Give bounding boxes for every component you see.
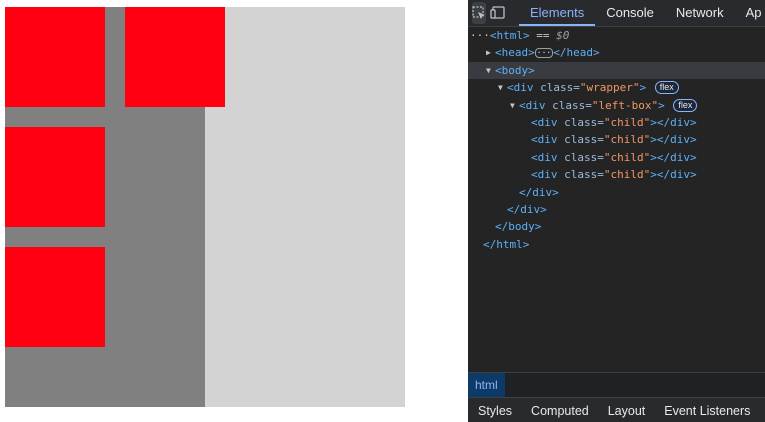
tag-gt: > [650,150,657,164]
tag-div-close: </div> [507,202,547,216]
tag-gt: > [658,98,665,112]
attr-value-child: "child" [603,133,651,147]
dom-node-wrapper[interactable]: ▼ <div class="wrapper"> flex [468,79,765,96]
flex-badge[interactable]: flex [673,98,698,112]
select-element-icon[interactable] [472,2,486,24]
tag-gt: > [650,168,657,182]
child-box-2 [125,7,225,107]
child-box-1 [5,7,105,107]
dom-node-child-1[interactable]: <div class="child"></div> [468,114,765,131]
attr-name: class= [564,115,604,129]
sidebar-tabs: Styles Computed Layout Event Listeners D [468,397,765,422]
dom-node-child-4[interactable]: <div class="child"></div> [468,166,765,183]
child-box-3 [5,127,105,227]
tag-div-open: <div [507,81,534,95]
child-box-4 [5,247,105,347]
tag-div-close: </div> [519,185,559,199]
wrapper-div [5,7,405,407]
dom-node-html-close[interactable]: </html> [468,236,765,253]
dom-node-child-2[interactable]: <div class="child"></div> [468,131,765,148]
attr-value-wrapper: "wrapper" [579,81,640,95]
tag-html-close: </html> [483,237,530,251]
tag-body-open: <body> [495,63,535,77]
attr-value-left-box: "left-box" [591,98,659,112]
attr-value-child: "child" [603,150,651,164]
page-viewport [0,0,468,422]
tag-gt: > [650,115,657,129]
tag-div-open: <div [531,168,558,182]
devtools-toolbar: Elements Console Network Ap [468,0,765,27]
attr-value-child: "child" [603,168,651,182]
tag-body-close: </body> [495,220,542,234]
dom-node-head[interactable]: ▶ <head> ··· </head> [468,44,765,61]
dom-node-left-box[interactable]: ▼ <div class="left-box"> flex [468,97,765,114]
attr-name: class= [564,168,604,182]
tag-div-open: <div [531,133,558,147]
left-box-div [5,7,225,407]
flex-badge[interactable]: flex [654,81,679,95]
device-toolbar-icon[interactable] [490,2,505,24]
selected-marker-dollar: $0 [556,29,570,42]
dom-node-child-3[interactable]: <div class="child"></div> [468,149,765,166]
collapse-triangle-icon[interactable]: ▼ [498,79,503,96]
devtools-panel: Elements Console Network Ap ···<html> ==… [468,0,765,422]
tag-div-open: <div [519,98,546,112]
tab-dom-breakpoints[interactable]: D [760,404,765,418]
tag-gt: > [639,81,647,95]
tag-gt: > [650,133,657,147]
dom-node-html[interactable]: ···<html> == $0 [468,27,765,44]
tag-div-open: <div [531,115,558,129]
attr-name: class= [564,133,604,147]
attr-name: class= [564,150,604,164]
dom-node-body[interactable]: ▼ <body> [468,61,765,80]
tab-application[interactable]: Ap [735,0,765,26]
tag-div-close: </div> [656,115,697,129]
dom-tree: ···<html> == $0 ▶ <head> ··· </head> ▼ <bo… [468,27,765,372]
collapsed-ellipsis[interactable]: ··· [534,48,554,59]
tab-console[interactable]: Console [595,0,665,26]
expand-triangle-icon[interactable]: ▶ [486,44,491,61]
tag-div-open: <div [531,150,558,164]
dom-node-menu-dots[interactable]: ··· [470,29,490,42]
tab-computed[interactable]: Computed [522,404,599,418]
dom-node-body-close[interactable]: </body> [468,218,765,235]
tag-div-close: </div> [656,168,697,182]
attr-value-child: "child" [603,115,651,129]
collapse-triangle-icon[interactable]: ▼ [486,62,491,79]
breadcrumb: html [468,372,765,397]
breadcrumb-item-html[interactable]: html [468,373,505,397]
tag-div-close: </div> [656,150,697,164]
tag-html-open: <html> [489,29,530,42]
tab-styles[interactable]: Styles [468,404,522,418]
attr-name: class= [540,81,580,95]
attr-name: class= [552,98,592,112]
tab-elements[interactable]: Elements [519,0,596,26]
tab-event-listeners[interactable]: Event Listeners [655,404,760,418]
tab-layout[interactable]: Layout [598,404,655,418]
dom-node-left-box-close[interactable]: </div> [468,184,765,201]
tag-head-close: </head> [553,46,600,60]
selected-marker-eq: == [536,29,550,42]
tag-head-open: <head> [495,46,535,60]
dom-node-wrapper-close[interactable]: </div> [468,201,765,218]
tag-div-close: </div> [656,133,697,147]
collapse-triangle-icon[interactable]: ▼ [510,97,515,114]
tab-network[interactable]: Network [665,0,735,26]
